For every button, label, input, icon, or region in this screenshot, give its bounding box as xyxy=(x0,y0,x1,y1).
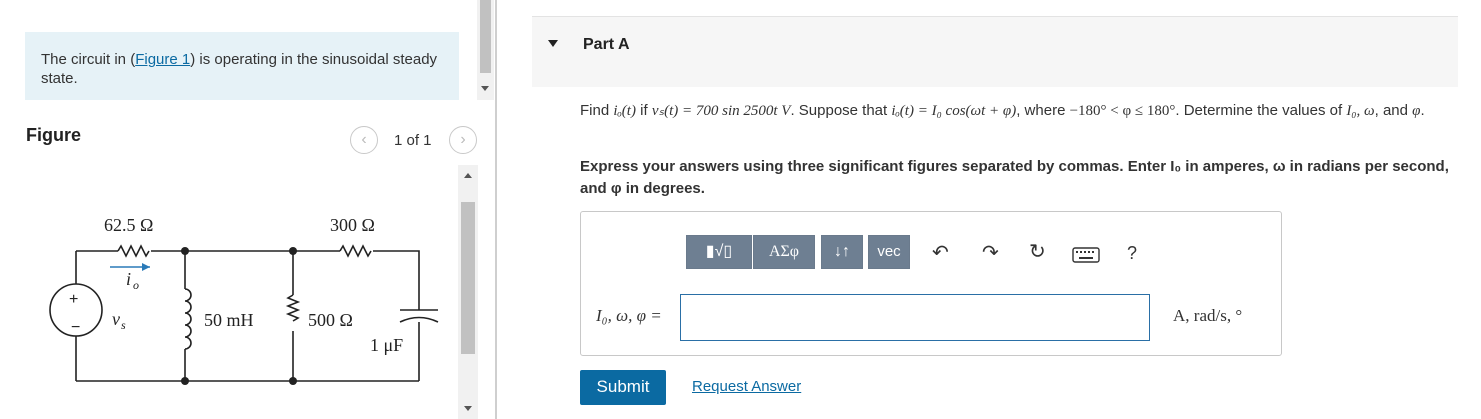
inductor-label: 50 mH xyxy=(204,310,254,330)
figure-scrollbar-thumb[interactable] xyxy=(461,202,475,354)
question-text: Find iₒ(t) if vₛ(t) = 700 sin 2500t V. S… xyxy=(580,102,1425,119)
io-label: i xyxy=(126,269,131,289)
answer-instructions: Express your answers using three signifi… xyxy=(580,158,1449,197)
r2-label: 300 Ω xyxy=(330,215,375,235)
vector-button[interactable]: vec xyxy=(868,235,910,269)
scroll-down-arrow-icon[interactable] xyxy=(481,86,489,91)
part-title: Part A xyxy=(583,36,630,53)
panel-divider xyxy=(495,0,497,419)
vs-label: v xyxy=(112,309,120,329)
figure-link[interactable]: Figure 1 xyxy=(135,51,190,68)
plus-sign: + xyxy=(69,291,78,308)
templates-button[interactable]: ▮√▯ xyxy=(686,235,752,269)
figure-title: Figure xyxy=(26,125,82,145)
top-scrollbar[interactable] xyxy=(477,0,494,100)
answer-units: A, rad/s, ° xyxy=(1173,306,1243,325)
keyboard-icon[interactable] xyxy=(1072,247,1100,263)
intro-text-before: The circuit in ( xyxy=(41,51,136,68)
prev-figure-button[interactable]: ‹ xyxy=(350,126,378,154)
vs-sub-label: s xyxy=(121,318,126,332)
chevron-left-icon: ‹ xyxy=(361,131,367,148)
capacitor-label: 1 μF xyxy=(370,335,403,355)
help-button[interactable]: ? xyxy=(1127,243,1137,264)
collapse-caret-icon[interactable] xyxy=(548,40,558,47)
arrows-button[interactable]: ↓↑ xyxy=(821,235,863,269)
part-a-header[interactable] xyxy=(532,16,1458,87)
top-scrollbar-thumb[interactable] xyxy=(480,0,491,73)
minus-sign: − xyxy=(71,319,80,336)
resistor-500 xyxy=(285,294,301,322)
io-sub-label: o xyxy=(133,278,139,292)
r3-label: 500 Ω xyxy=(308,310,353,330)
resistor-62-5 xyxy=(117,244,150,258)
r1-label: 62.5 Ω xyxy=(104,215,153,235)
problem-intro: The circuit in (Figure 1) is operating i… xyxy=(25,32,459,100)
resistor-300 xyxy=(339,244,372,258)
answer-input[interactable] xyxy=(680,294,1150,341)
undo-icon[interactable]: ↶ xyxy=(932,243,949,263)
greek-symbols-button[interactable]: ΑΣφ xyxy=(753,235,815,269)
circuit-diagram: 62.5 Ω 300 Ω i o v s 50 mH 500 Ω 1 μF + … xyxy=(49,215,439,385)
reset-icon[interactable]: ↻ xyxy=(1029,242,1046,262)
scroll-down-arrow-icon[interactable] xyxy=(464,406,472,411)
redo-icon[interactable]: ↷ xyxy=(982,243,999,263)
figure-counter: 1 of 1 xyxy=(394,132,432,149)
inductor xyxy=(184,288,192,350)
request-answer-link[interactable]: Request Answer xyxy=(692,378,801,395)
chevron-right-icon: › xyxy=(460,131,466,148)
scroll-up-arrow-icon[interactable] xyxy=(464,173,472,178)
figure-scrollbar[interactable] xyxy=(458,165,478,419)
answer-label: I₀, ω, φ = xyxy=(596,306,662,325)
next-figure-button[interactable]: › xyxy=(449,126,477,154)
submit-button[interactable]: Submit xyxy=(580,370,666,405)
